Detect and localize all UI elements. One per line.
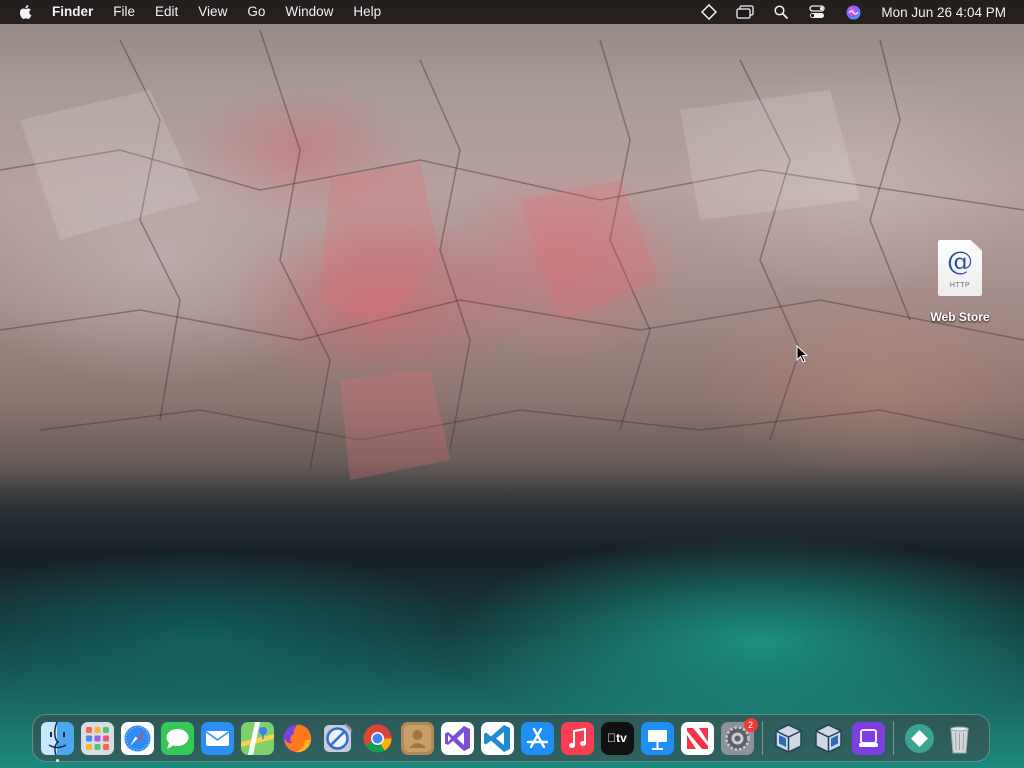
maps-icon xyxy=(240,721,274,755)
desktop-file-web-store[interactable]: @ HTTP Web Store xyxy=(924,240,996,324)
wallpaper-texture xyxy=(0,29,1024,480)
contacts-icon xyxy=(400,721,434,755)
menu-file[interactable]: File xyxy=(103,0,145,24)
dock-mail[interactable] xyxy=(200,721,234,755)
dock-contacts[interactable] xyxy=(400,721,434,755)
keynote-icon xyxy=(640,721,674,755)
dock-purple-app[interactable] xyxy=(851,721,885,755)
dock-separator xyxy=(762,721,763,755)
menu-view[interactable]: View xyxy=(188,0,237,24)
dock-firefox[interactable] xyxy=(281,722,314,755)
dock-app-store[interactable] xyxy=(520,721,554,755)
chrome-icon xyxy=(363,724,391,752)
mail-icon xyxy=(200,721,234,755)
menu-bar: Finder File Edit View Go Window Help Mon… xyxy=(0,0,1024,24)
control-center-icon[interactable] xyxy=(807,4,827,20)
dock-news[interactable] xyxy=(680,721,714,755)
dock-visual-studio[interactable] xyxy=(440,721,474,755)
menu-bar-clock[interactable]: Mon Jun 26 4:04 PM xyxy=(881,5,1006,20)
vscode-icon xyxy=(480,721,514,755)
desktop: Finder File Edit View Go Window Help Mon… xyxy=(0,0,1024,768)
dock-music[interactable] xyxy=(560,721,594,755)
dock-maps[interactable] xyxy=(240,721,274,755)
teal-diamond-icon xyxy=(904,723,934,753)
apple-menu-icon[interactable] xyxy=(19,4,35,20)
messages-icon xyxy=(160,721,194,755)
dock-no-entry-app[interactable] xyxy=(321,722,354,755)
menu-help[interactable]: Help xyxy=(343,0,391,24)
trash-icon xyxy=(949,726,969,753)
purple-drive-icon xyxy=(851,721,885,755)
firefox-icon xyxy=(283,724,311,752)
notification-badge: 2 xyxy=(743,717,758,732)
dock-vscode[interactable] xyxy=(480,721,514,755)
desktop-icon-label: Web Store xyxy=(930,310,990,324)
dock-finder[interactable] xyxy=(40,721,74,762)
dock-apple-tv[interactable]: tv xyxy=(600,721,634,755)
menu-window[interactable]: Window xyxy=(275,0,343,24)
dock-safari[interactable] xyxy=(120,721,154,755)
dock-keynote[interactable] xyxy=(640,721,674,755)
virtualbox-icon xyxy=(774,723,802,753)
prohibited-utility-icon xyxy=(323,722,353,752)
dock-teal-app[interactable] xyxy=(903,722,936,755)
dock-messages[interactable] xyxy=(160,721,194,755)
safari-icon xyxy=(120,721,154,755)
window-switcher-icon[interactable] xyxy=(735,4,755,20)
running-indicator xyxy=(55,758,59,762)
music-icon xyxy=(560,721,594,755)
dock-separator xyxy=(893,721,894,755)
webloc-file-icon: @ HTTP xyxy=(938,240,982,296)
spotlight-search-icon[interactable] xyxy=(771,4,791,20)
finder-icon xyxy=(40,721,74,755)
dock-virtualbox-1[interactable] xyxy=(772,722,805,755)
mouse-cursor-icon xyxy=(796,345,808,363)
menu-edit[interactable]: Edit xyxy=(145,0,188,24)
dock-chrome[interactable] xyxy=(361,722,394,755)
dock-trash[interactable] xyxy=(943,722,976,755)
launchpad-icon xyxy=(80,721,114,755)
news-icon xyxy=(680,721,714,755)
apple-tv-icon: tv xyxy=(607,731,627,745)
dock: tv xyxy=(32,714,990,762)
virtualbox-icon xyxy=(814,723,842,753)
app-store-icon xyxy=(520,721,554,755)
siri-icon[interactable] xyxy=(843,4,863,20)
visual-studio-icon xyxy=(440,721,474,755)
diamond-icon[interactable] xyxy=(699,4,719,20)
menu-app-name[interactable]: Finder xyxy=(52,0,103,24)
dock-system-settings[interactable]: 2 xyxy=(720,717,758,755)
dock-launchpad[interactable] xyxy=(80,721,114,755)
dock-virtualbox-2[interactable] xyxy=(812,722,845,755)
menu-go[interactable]: Go xyxy=(237,0,275,24)
